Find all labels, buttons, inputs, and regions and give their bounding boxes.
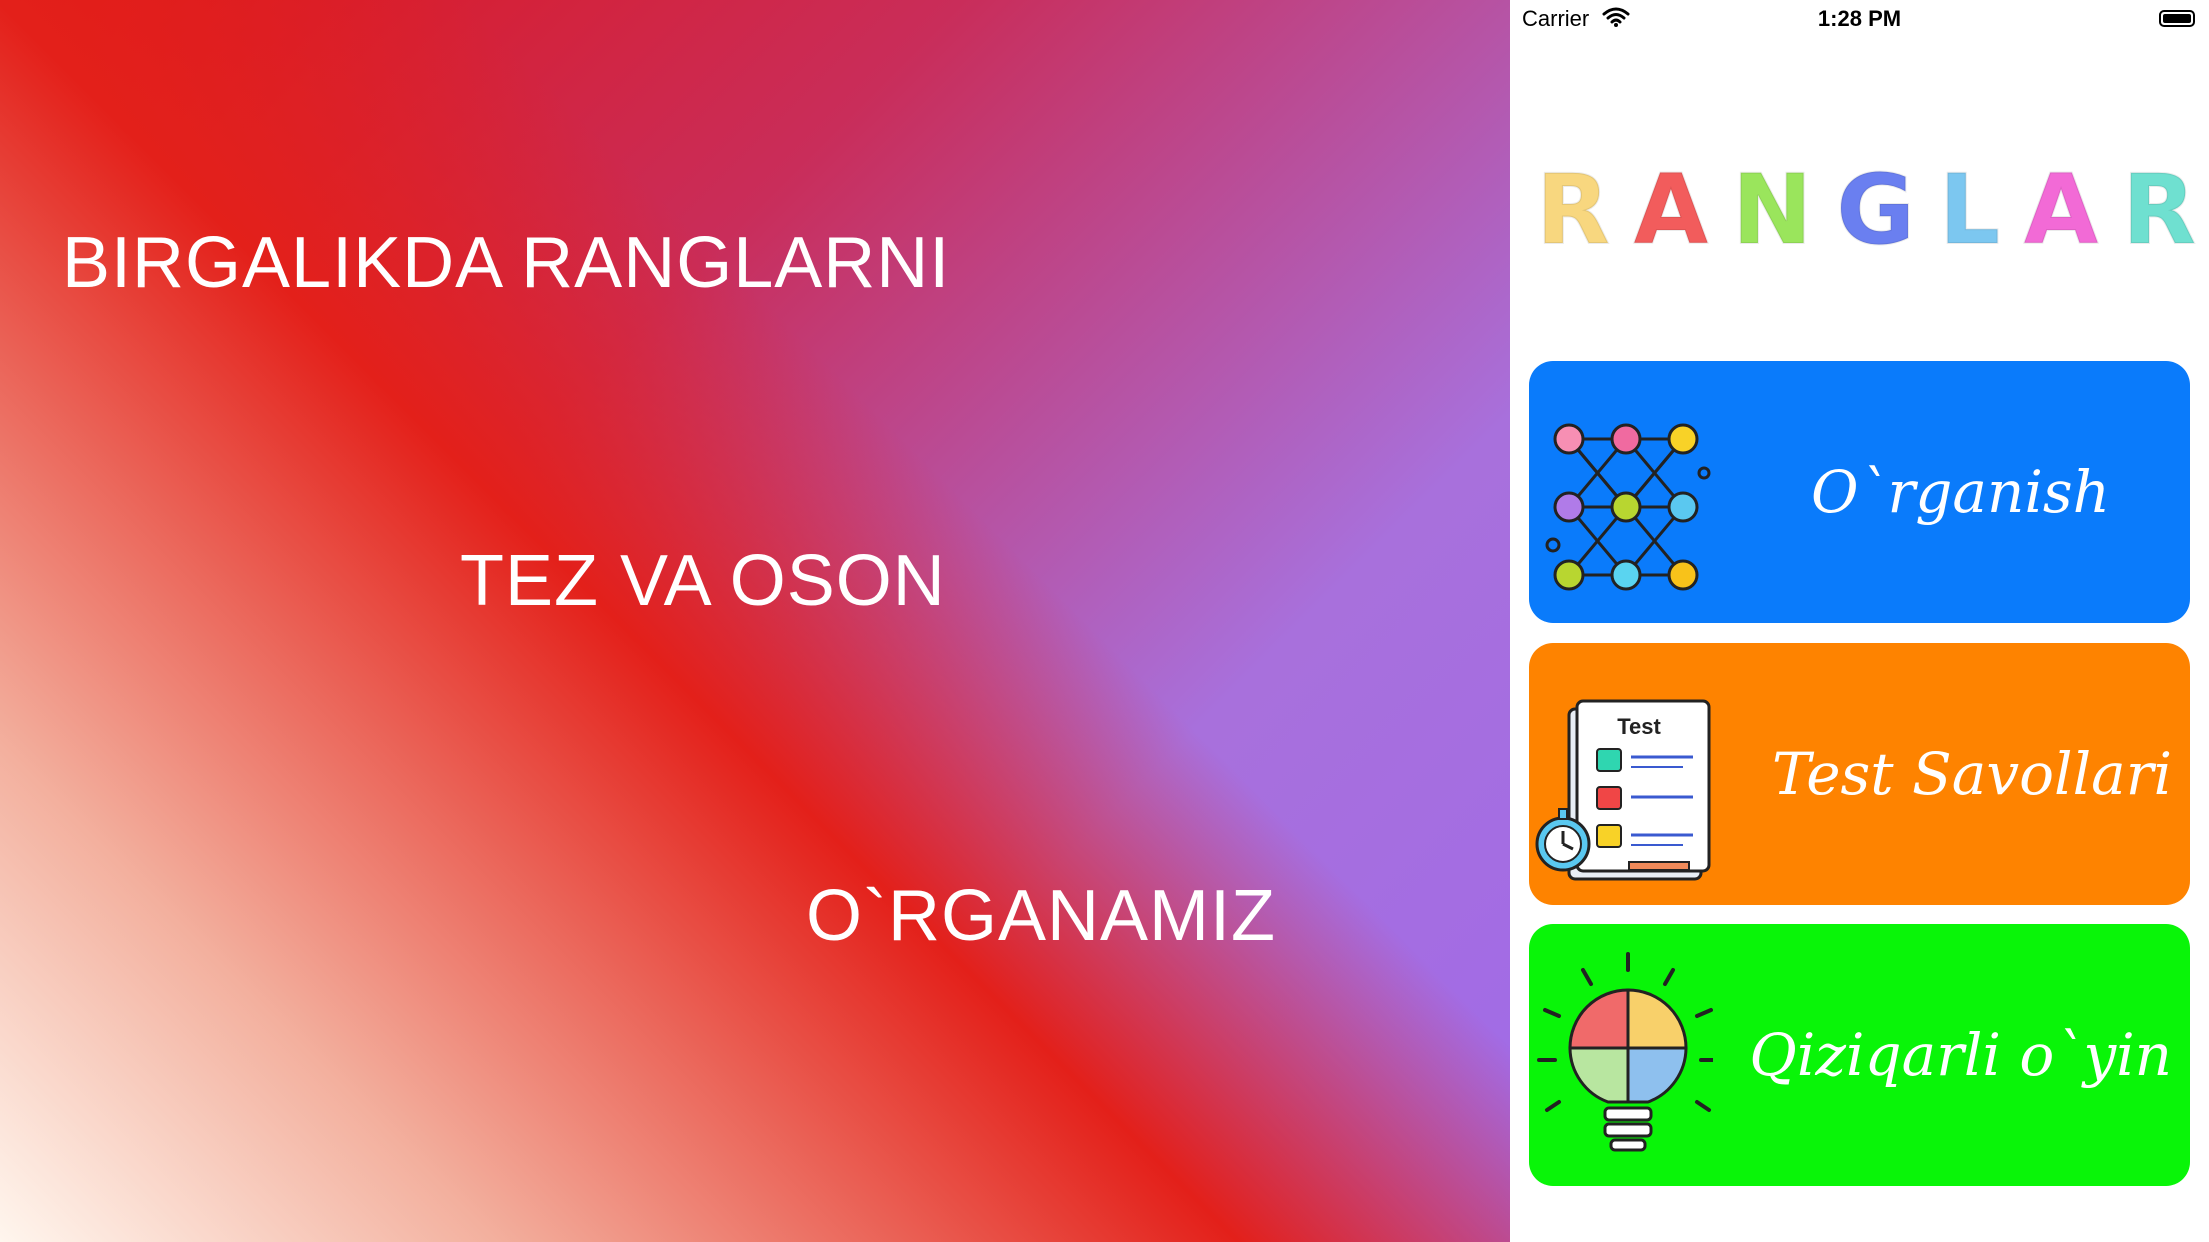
battery-icon	[2159, 10, 2195, 27]
test-sheet-title: Test	[1617, 714, 1661, 739]
learn-button[interactable]: O`rganish	[1529, 361, 2190, 623]
slogan-line-3: O`RGANAMIZ	[806, 876, 1276, 956]
logo-letter: R	[2121, 153, 2197, 267]
menu-panel: Carrier 1:28 PM R A N G L A R O`rganish …	[1510, 0, 2209, 1242]
puzzle-bulb-icon	[1537, 952, 1713, 1152]
test-sheet-icon: Test	[1535, 699, 1711, 881]
hero-panel: BIRGALIKDA RANGLARNI TEZ VA OSON O`RGANA…	[0, 0, 1510, 1242]
slogan-line-2: TEZ VA OSON	[460, 541, 946, 621]
app-logo: R A N G L A R	[1535, 150, 2197, 270]
clock: 1:28 PM	[1817, 6, 1902, 31]
fun-game-label: Qiziqarli o`yin	[1749, 1021, 2172, 1089]
test-questions-label: Test Savollari	[1772, 740, 2172, 808]
logo-letter: L	[1938, 153, 2001, 267]
learn-label: O`rganish	[1810, 458, 2110, 526]
logo-letter: A	[1633, 153, 1709, 267]
logo-letter: G	[1835, 153, 1916, 267]
slogan-line-1: BIRGALIKDA RANGLARNI	[62, 223, 951, 303]
logo-letter: A	[2023, 153, 2099, 267]
fun-game-button[interactable]: Qiziqarli o`yin	[1529, 924, 2190, 1186]
logo-letter: R	[1535, 153, 1611, 267]
status-bar: Carrier 1:28 PM	[1510, 0, 2209, 40]
network-graph-icon	[1545, 423, 1711, 591]
test-questions-button[interactable]: Test Test Savollari	[1529, 643, 2190, 905]
logo-letter: N	[1731, 153, 1813, 267]
